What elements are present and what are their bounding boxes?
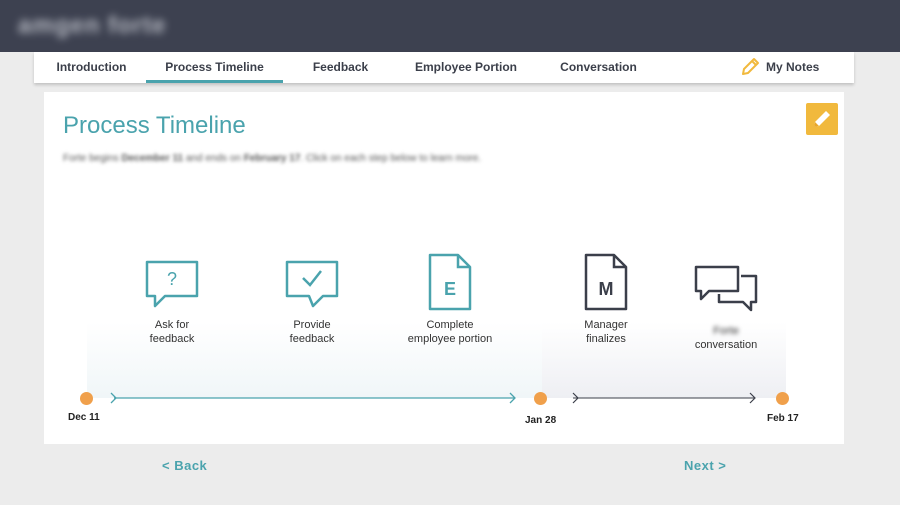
svg-text:?: ?	[167, 269, 177, 289]
content-card: Process Timeline Forte begins December 1…	[44, 92, 844, 444]
edit-note-icon	[814, 111, 830, 127]
tab-feedback[interactable]: Feedback	[302, 52, 379, 83]
check-bubble-icon	[285, 260, 339, 308]
step-line1: Manager	[584, 319, 628, 331]
subtitle-text-b: and ends on	[183, 153, 244, 164]
step-line1: Forte	[713, 325, 739, 337]
manager-document-icon: M	[584, 253, 628, 311]
timeline-arrow-start	[110, 392, 117, 404]
back-button[interactable]: < Back	[162, 458, 207, 473]
tab-process-timeline[interactable]: Process Timeline	[146, 52, 283, 83]
question-bubble-icon: ?	[145, 260, 199, 308]
step-label: Forte conversation	[676, 324, 776, 352]
subtitle-start-date: December 11	[121, 153, 184, 164]
step-label: Manager finalizes	[556, 318, 656, 346]
pencil-icon	[742, 58, 759, 75]
step-line1: Provide	[293, 319, 331, 331]
page-subtitle: Forte begins December 11 and ends on Feb…	[63, 153, 481, 164]
my-notes-label: My Notes	[766, 60, 820, 74]
document-letter: E	[444, 279, 456, 299]
add-note-button[interactable]	[806, 103, 838, 135]
step-manager-finalizes[interactable]: M Manager finalizes	[556, 252, 656, 346]
conversation-bubbles-icon	[694, 265, 758, 312]
employee-document-icon: E	[428, 253, 472, 311]
date-label-start: Dec 11	[68, 412, 100, 423]
tab-introduction[interactable]: Introduction	[44, 52, 139, 83]
date-label-middle: Jan 28	[525, 415, 557, 426]
step-label: Provide feedback	[252, 318, 372, 346]
step-ask-for-feedback[interactable]: ? Ask for feedback	[112, 258, 232, 346]
step-line2: feedback	[149, 333, 195, 345]
step-label: Complete employee portion	[387, 318, 513, 346]
step-line2: feedback	[289, 333, 335, 345]
step-line2: conversation	[694, 339, 758, 351]
step-complete-employee-portion[interactable]: E Complete employee portion	[387, 252, 513, 346]
tab-conversation[interactable]: Conversation	[550, 52, 647, 83]
next-button[interactable]: Next >	[684, 458, 726, 473]
timeline-dot-middle[interactable]	[534, 392, 547, 405]
my-notes-button[interactable]: My Notes	[740, 52, 840, 83]
subtitle-end-date: February 17	[243, 153, 301, 164]
step-forte-conversation[interactable]: Forte conversation	[676, 264, 776, 352]
step-line2: finalizes	[586, 333, 626, 345]
timeline-dot-end[interactable]	[776, 392, 789, 405]
step-provide-feedback[interactable]: Provide feedback	[252, 258, 372, 346]
timeline-dot-start[interactable]	[80, 392, 93, 405]
step-label: Ask for feedback	[112, 318, 232, 346]
top-bar: amgen forte	[0, 0, 900, 52]
step-line2: employee portion	[407, 333, 493, 345]
subtitle-text-c: . Click on each step below to learn more…	[300, 153, 482, 164]
document-letter: M	[599, 279, 614, 299]
step-line1: Complete	[426, 319, 474, 331]
date-label-end: Feb 17	[767, 413, 799, 424]
step-line1: Ask for	[154, 319, 190, 331]
nav-bar: Introduction Process Timeline Feedback E…	[34, 52, 854, 83]
timeline-track	[110, 392, 756, 404]
page-title: Process Timeline	[63, 112, 246, 139]
subtitle-text-a: Forte begins	[63, 153, 122, 164]
app-logo: amgen forte	[18, 12, 167, 39]
tab-employee-portion[interactable]: Employee Portion	[408, 52, 524, 83]
